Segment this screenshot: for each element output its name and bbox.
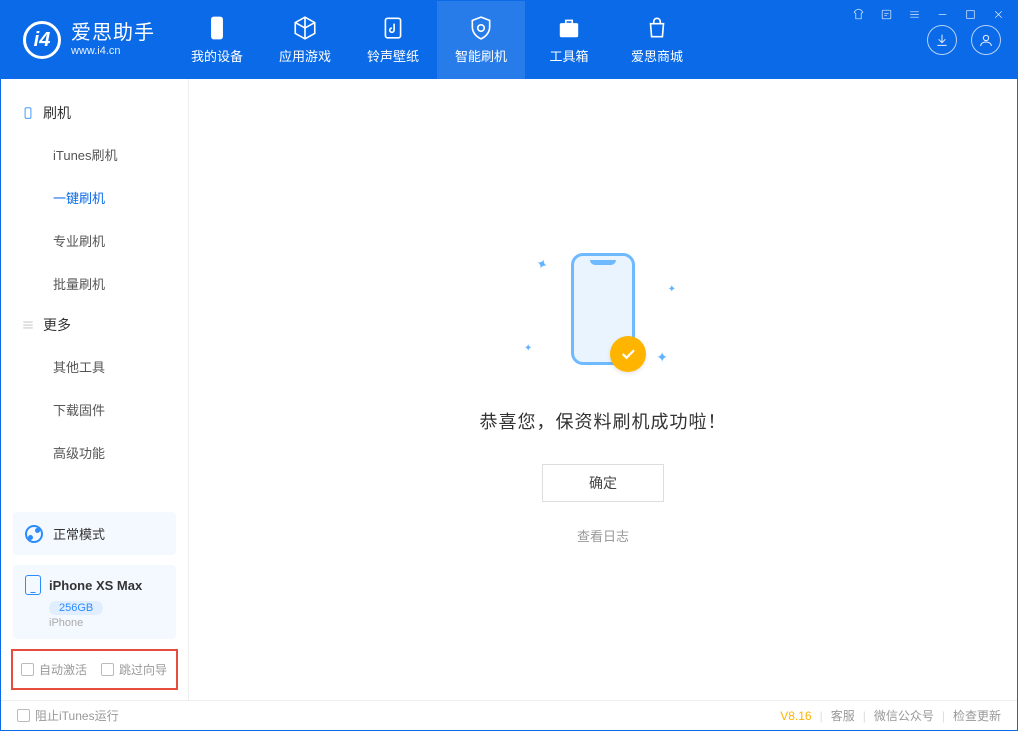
- device-type: iPhone: [49, 617, 164, 629]
- list-icon: [21, 318, 35, 332]
- support-link[interactable]: 客服: [831, 707, 855, 724]
- sidebar-item-other[interactable]: 其他工具: [1, 345, 188, 388]
- shield-refresh-icon: [468, 15, 494, 41]
- nav-label: 应用游戏: [279, 46, 331, 65]
- success-message: 恭喜您，保资料刷机成功啦！: [480, 408, 727, 434]
- mode-indicator[interactable]: 正常模式: [13, 512, 176, 555]
- view-log-link[interactable]: 查看日志: [577, 526, 629, 545]
- separator: |: [820, 709, 823, 723]
- checkbox-auto-activate[interactable]: 自动激活: [21, 661, 87, 678]
- device-storage-badge: 256GB: [49, 601, 103, 615]
- skin-icon[interactable]: [850, 6, 866, 22]
- app-subtitle: www.i4.cn: [71, 45, 155, 58]
- nav-flash[interactable]: 智能刷机: [437, 1, 525, 79]
- phone-outline-icon: [21, 106, 35, 120]
- section-label: 刷机: [43, 103, 71, 123]
- nav-apps[interactable]: 应用游戏: [261, 1, 349, 79]
- toolbox-icon: [556, 15, 582, 41]
- nav-label: 智能刷机: [455, 46, 507, 65]
- checkbox-icon: [21, 663, 34, 676]
- bag-icon: [644, 15, 670, 41]
- separator: |: [942, 709, 945, 723]
- nav-tools[interactable]: 工具箱: [525, 1, 613, 79]
- checkbox-icon: [17, 709, 30, 722]
- sparkle-icon: ✦: [524, 343, 532, 354]
- nav-label: 工具箱: [549, 46, 588, 65]
- checkbox-icon: [101, 663, 114, 676]
- feedback-icon[interactable]: [878, 6, 894, 22]
- checkbox-label: 阻止iTunes运行: [35, 707, 119, 724]
- section-label: 更多: [43, 315, 71, 335]
- sidebar-item-pro[interactable]: 专业刷机: [1, 219, 188, 262]
- sidebar-item-itunes[interactable]: iTunes刷机: [1, 133, 188, 176]
- cube-icon: [292, 15, 318, 41]
- device-name: iPhone XS Max: [49, 578, 142, 593]
- music-file-icon: [380, 15, 406, 41]
- user-button[interactable]: [971, 25, 1001, 55]
- nav-label: 铃声壁纸: [367, 46, 419, 65]
- checkbox-block-itunes[interactable]: 阻止iTunes运行: [17, 707, 119, 724]
- mode-label: 正常模式: [53, 524, 105, 543]
- nav-label: 我的设备: [191, 46, 243, 65]
- wechat-link[interactable]: 微信公众号: [874, 707, 934, 724]
- logo-icon: i4: [23, 21, 61, 59]
- checkbox-skip-guide[interactable]: 跳过向导: [101, 661, 167, 678]
- sidebar-item-batch[interactable]: 批量刷机: [1, 262, 188, 305]
- app-title: 爱思助手: [71, 22, 155, 45]
- sparkle-icon: ✦: [656, 349, 668, 366]
- sidebar-item-advanced[interactable]: 高级功能: [1, 431, 188, 474]
- confirm-button[interactable]: 确定: [542, 464, 664, 502]
- minimize-button[interactable]: [934, 6, 950, 22]
- options-highlight-row: 自动激活 跳过向导: [11, 649, 178, 690]
- sidebar-section-flash: 刷机: [1, 93, 188, 133]
- separator: |: [863, 709, 866, 723]
- sparkle-icon: ✦: [668, 284, 676, 295]
- app-logo: i4 爱思助手 www.i4.cn: [1, 1, 173, 79]
- sidebar-section-more: 更多: [1, 305, 188, 345]
- nav-store[interactable]: 爱思商城: [613, 1, 701, 79]
- connected-device[interactable]: iPhone XS Max 256GB iPhone: [13, 565, 176, 639]
- sidebar-item-onekey[interactable]: 一键刷机: [1, 176, 188, 219]
- checkmark-badge-icon: [610, 336, 646, 372]
- nav-ringtones[interactable]: 铃声壁纸: [349, 1, 437, 79]
- check-update-link[interactable]: 检查更新: [953, 707, 1001, 724]
- phone-icon: [204, 15, 230, 41]
- maximize-button[interactable]: [962, 6, 978, 22]
- nav-label: 爱思商城: [631, 46, 683, 65]
- sidebar-item-firmware[interactable]: 下载固件: [1, 388, 188, 431]
- menu-icon[interactable]: [906, 6, 922, 22]
- close-button[interactable]: [990, 6, 1006, 22]
- success-illustration: ✦ ✦ ✦ ✦: [518, 234, 688, 384]
- version-label: V8.16: [780, 709, 811, 723]
- device-phone-icon: [25, 575, 41, 595]
- download-button[interactable]: [927, 25, 957, 55]
- nav-my-device[interactable]: 我的设备: [173, 1, 261, 79]
- checkbox-label: 自动激活: [39, 661, 87, 678]
- mode-icon: [25, 525, 43, 543]
- checkbox-label: 跳过向导: [119, 661, 167, 678]
- sparkle-icon: ✦: [533, 255, 550, 275]
